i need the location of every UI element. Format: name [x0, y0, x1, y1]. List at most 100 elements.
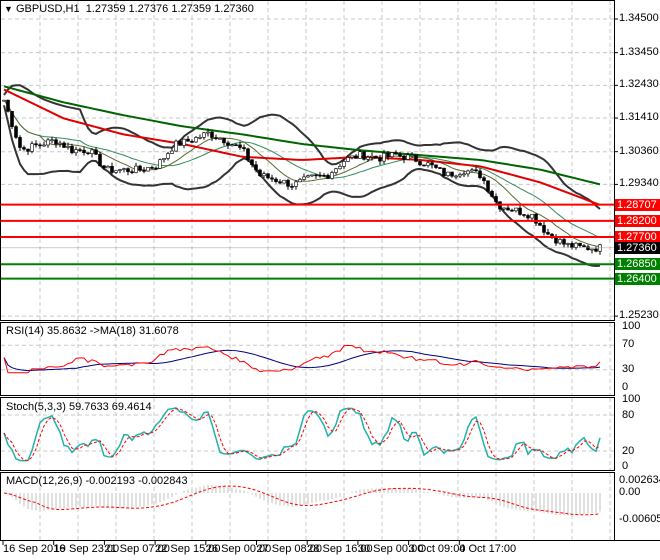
candle-body [170, 150, 174, 154]
candle-body [254, 164, 258, 171]
candle-body [362, 151, 366, 160]
candle-body [494, 196, 498, 203]
candle-body [482, 177, 486, 182]
candle-body [586, 246, 590, 251]
candle-body [70, 146, 74, 154]
candle-body [418, 161, 422, 166]
candle-body [38, 144, 42, 147]
candle-body [562, 239, 566, 245]
macd-tick: 0.00 [619, 486, 641, 498]
candle-body [518, 207, 522, 215]
candle-body [570, 243, 574, 248]
candle-body [122, 168, 126, 170]
candle-body [342, 161, 346, 167]
candle-body [42, 144, 46, 147]
candle-body [14, 126, 18, 138]
macd-signal-line [3, 485, 601, 516]
candle-body [346, 157, 350, 162]
candle-body [186, 138, 190, 142]
candle-body [238, 144, 242, 148]
candle-body [382, 152, 386, 162]
candle-body [278, 181, 282, 184]
candle-body [118, 169, 122, 171]
candle-body [506, 207, 510, 211]
candle-body [434, 164, 438, 168]
candle-body [378, 157, 382, 162]
candle-body [26, 148, 30, 152]
candle-body [366, 156, 370, 160]
candle-body [178, 140, 182, 146]
candle-body [502, 207, 506, 210]
ohlc-values: 1.27359 1.27376 1.27359 1.27360 [85, 3, 254, 15]
candle-body [590, 248, 594, 251]
candle-body [198, 137, 202, 139]
candle-body [46, 139, 50, 146]
price-tick: 1.30360 [619, 144, 659, 157]
candle-body [190, 141, 194, 143]
symbol-label: GBPUSD,H1 [15, 3, 80, 15]
candle-body [406, 154, 410, 160]
candle-body [134, 165, 138, 173]
rsi-tick: 0 [622, 381, 629, 393]
candle-body [258, 169, 262, 177]
candle-body [310, 174, 314, 177]
candle-body [558, 239, 562, 244]
ma-slow [3, 85, 601, 186]
candle-body [150, 167, 154, 169]
candle-body [234, 144, 238, 147]
price-tick: 1.34500 [619, 12, 659, 24]
candle-body [446, 171, 450, 176]
candle-body [230, 144, 234, 147]
candle-body [126, 168, 130, 173]
bollinger-lower [3, 105, 601, 268]
candle-body [66, 146, 70, 148]
collapse-triangle-icon[interactable]: ▼ [4, 4, 13, 14]
candle-body [158, 159, 162, 169]
candle-body [410, 154, 414, 157]
candle-body [478, 170, 482, 178]
candle-body [82, 149, 86, 153]
candle-body [246, 148, 250, 161]
candle-body [282, 179, 286, 184]
stoch-tick: 80 [622, 409, 635, 421]
candle-body [394, 152, 398, 155]
candle-body [274, 178, 278, 182]
candle-body [454, 175, 458, 178]
bollinger-middle [3, 99, 601, 238]
candle-body [514, 207, 518, 212]
price-tick: 1.32430 [619, 78, 659, 91]
candle-body [510, 209, 514, 212]
level-tag-resistance: 1.28200 [615, 214, 660, 227]
level-tag-resistance: 1.28707 [615, 198, 660, 211]
stoch-signal-line [3, 408, 601, 462]
candle-body [202, 132, 206, 138]
candle-body [306, 175, 310, 178]
chart-header: ▼ GBPUSD,H1 1.27359 1.27376 1.27359 1.27… [4, 3, 254, 15]
candle-body [206, 131, 210, 134]
level-tag-current: 1.27360 [615, 241, 660, 254]
candle-body [114, 170, 118, 173]
candle-body [354, 155, 358, 159]
rsi-title: RSI(14) 35.8632 ->MA(18) 31.6078 [6, 325, 179, 337]
rsi-line [3, 344, 601, 374]
level-tag-support: 1.26850 [615, 258, 660, 271]
candle-body [94, 149, 98, 155]
candle-body [286, 179, 290, 187]
price-tick: 1.33450 [619, 45, 659, 58]
stoch-tick: 100 [622, 393, 641, 405]
candle-body [462, 173, 466, 176]
level-tag-support: 1.26400 [615, 272, 660, 285]
candle-body [542, 225, 546, 233]
candle-body [374, 155, 378, 159]
candle-body [350, 155, 354, 158]
candle-body [174, 140, 178, 152]
candle-body [578, 242, 582, 246]
candle-body [162, 158, 166, 161]
price-tick: 1.29340 [619, 177, 659, 190]
candle-body [534, 213, 538, 224]
candle-body [458, 174, 462, 177]
candle-body [262, 173, 266, 177]
candle-body [338, 166, 342, 170]
candle-body [466, 170, 470, 175]
rsi-tick: 100 [622, 320, 641, 332]
